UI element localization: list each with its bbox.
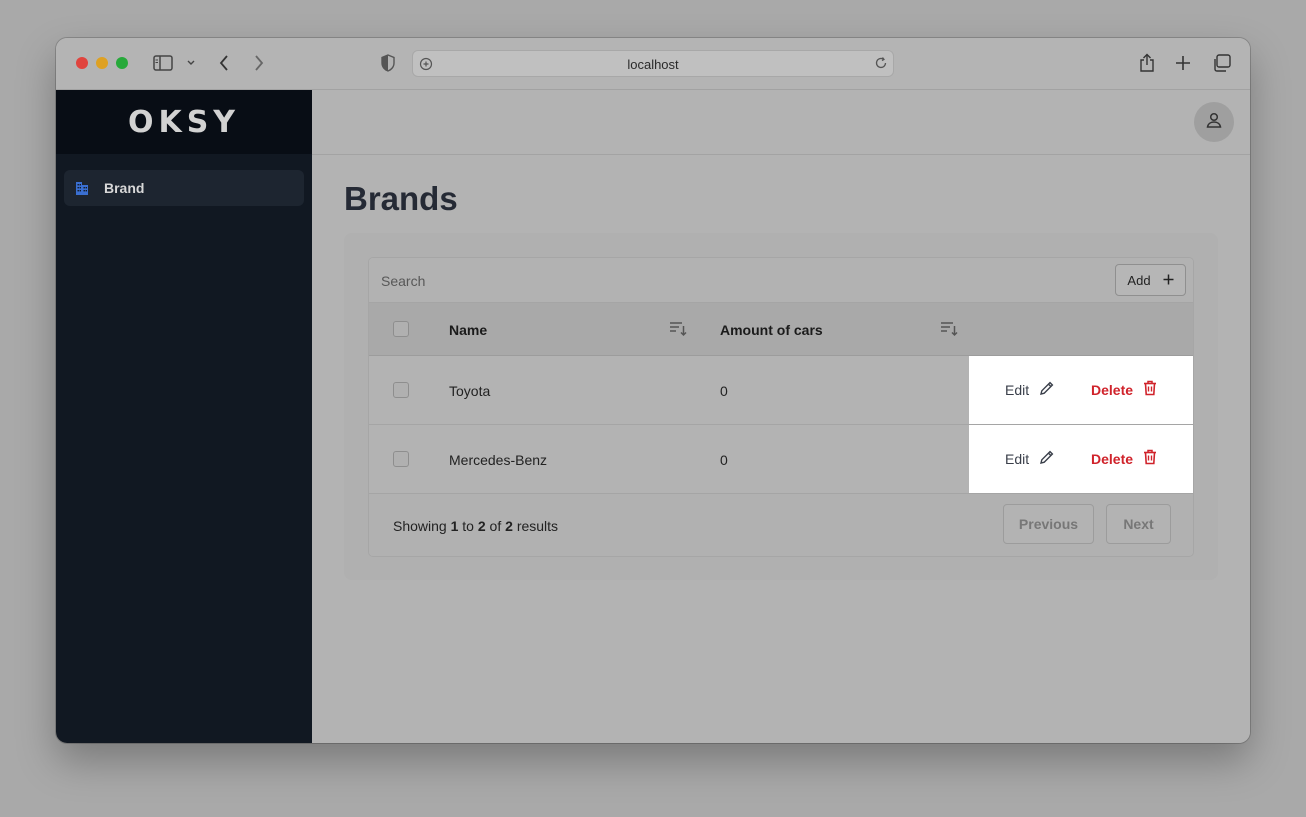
plus-icon <box>1163 273 1174 288</box>
sidebar-item-label: Brand <box>104 180 145 196</box>
shield-icon[interactable] <box>380 54 396 72</box>
minimize-window-button[interactable] <box>96 57 108 69</box>
sidebar-item-brand[interactable]: Brand <box>64 170 304 206</box>
row-checkbox[interactable] <box>393 451 409 467</box>
chevron-down-icon[interactable] <box>186 59 196 67</box>
brand-name-cell: Mercedes-Benz <box>449 452 548 468</box>
search-input[interactable] <box>381 270 981 292</box>
brands-card: Add Name Amount of cars <box>344 233 1218 580</box>
logo[interactable]: OKSY <box>128 105 240 140</box>
url-text: localhost <box>627 57 679 72</box>
trash-icon <box>1143 449 1157 468</box>
sidebar-toggle-icon[interactable] <box>153 55 173 71</box>
top-header <box>312 90 1250 155</box>
amount-cell: 0 <box>720 383 728 399</box>
close-window-button[interactable] <box>76 57 88 69</box>
table-footer: Showing 1 to 2 of 2 results Previous Nex… <box>369 494 1193 556</box>
forward-icon[interactable] <box>253 54 265 72</box>
main-content: Brands Add Name <box>312 90 1250 743</box>
sort-icon[interactable] <box>940 321 958 342</box>
new-tab-icon[interactable] <box>1175 55 1191 71</box>
edit-label: Edit <box>1005 381 1030 398</box>
sidebar: OKSY Brand <box>56 90 312 743</box>
table-header: Name Amount of cars <box>369 303 1193 356</box>
tabs-overview-icon[interactable] <box>1212 54 1231 72</box>
results-summary: Showing 1 to 2 of 2 results <box>393 518 559 534</box>
page-title: Brands <box>344 180 458 217</box>
row-actions: Edit Delete <box>969 356 1193 424</box>
table-row: Toyota 0 Edit Delete <box>369 356 1193 425</box>
user-icon <box>1205 111 1223 134</box>
row-actions: Edit Delete <box>969 425 1193 493</box>
brands-table: Add Name Amount of cars <box>368 257 1194 557</box>
next-page-button[interactable]: Next <box>1106 504 1171 544</box>
delete-button[interactable]: Delete <box>1091 380 1157 399</box>
edit-button[interactable]: Edit <box>1005 380 1055 399</box>
edit-button[interactable]: Edit <box>1005 449 1055 468</box>
add-button-label: Add <box>1127 272 1151 288</box>
trash-icon <box>1143 380 1157 399</box>
table-toolbar: Add <box>369 258 1193 303</box>
logo-area: OKSY <box>56 90 312 154</box>
edit-label: Edit <box>1005 450 1030 467</box>
select-all-checkbox[interactable] <box>393 321 409 337</box>
browser-toolbar: localhost <box>56 38 1250 90</box>
brand-name-cell: Toyota <box>449 383 491 399</box>
building-icon <box>74 180 90 196</box>
row-checkbox[interactable] <box>393 382 409 398</box>
pencil-icon <box>1039 380 1055 399</box>
previous-page-button[interactable]: Previous <box>1003 504 1094 544</box>
pencil-icon <box>1039 449 1055 468</box>
sort-icon[interactable] <box>669 321 687 342</box>
zoom-window-button[interactable] <box>116 57 128 69</box>
address-bar[interactable]: localhost <box>412 50 894 77</box>
delete-label: Delete <box>1091 450 1134 467</box>
column-header-amount[interactable]: Amount of cars <box>720 322 823 338</box>
share-icon[interactable] <box>1138 53 1156 73</box>
user-avatar-button[interactable] <box>1194 102 1234 142</box>
table-row: Mercedes-Benz 0 Edit Delete <box>369 425 1193 494</box>
add-button[interactable]: Add <box>1115 264 1186 296</box>
reload-icon[interactable] <box>874 56 888 75</box>
column-header-name[interactable]: Name <box>449 322 487 338</box>
back-icon[interactable] <box>218 54 230 72</box>
delete-label: Delete <box>1091 381 1134 398</box>
delete-button[interactable]: Delete <box>1091 449 1157 468</box>
browser-window: localhost OKSY Brand Brands Search Add N… <box>56 38 1250 743</box>
amount-cell: 0 <box>720 452 728 468</box>
